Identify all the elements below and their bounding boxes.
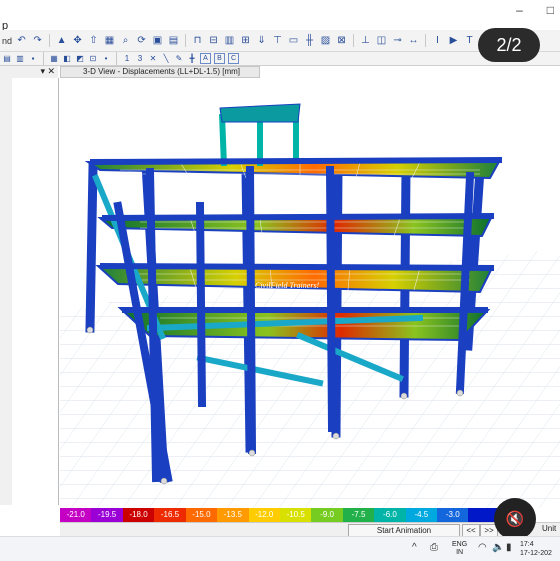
legend-segment: -6.0: [374, 508, 406, 522]
shell-icon[interactable]: ◫: [375, 34, 388, 47]
assign-icon[interactable]: ▣: [151, 34, 164, 47]
point-icon[interactable]: •: [101, 54, 111, 64]
minimize-button[interactable]: –: [516, 3, 523, 17]
animation-bar: Start Animation << >>: [60, 522, 560, 537]
new-icon[interactable]: ▤: [2, 54, 12, 64]
3d-view-icon[interactable]: ◩: [75, 54, 85, 64]
toolbar-box-a[interactable]: A: [200, 53, 211, 64]
chevron-down-icon[interactable]: ▾ ✕: [40, 66, 55, 77]
diag-icon[interactable]: ╲: [161, 54, 171, 64]
secondary-toolbar: ▤ ▥ ▪ ▦ ◧ ◩ ⊡ • 1 3 ✕ ╲ ✎ ╋ A B C: [0, 52, 560, 66]
chevron-up-icon[interactable]: ^: [412, 542, 417, 553]
tab-3d-view[interactable]: 3-D View - Displacements (LL+DL-1.5) [mm…: [60, 66, 260, 78]
structure-3d-render: CivilField Trainers!: [60, 103, 560, 508]
battery-icon[interactable]: ▮: [506, 542, 512, 553]
move-up-icon[interactable]: ⇧: [87, 34, 100, 47]
legend-segment: -7.5: [342, 508, 375, 522]
mute-button[interactable]: 🔇: [494, 498, 536, 540]
open-icon[interactable]: ▥: [15, 54, 25, 64]
area-icon[interactable]: ▨: [319, 34, 332, 47]
page-counter: 2/2: [478, 28, 540, 62]
text-tool-icon[interactable]: I: [431, 34, 444, 47]
main-toolbar: nd ↶ ↷ ▲ ✥ ⇧ ▦ ⌕ ⟳ ▣ ▤ ⊓ ⊟ ▥ ⊞ ⇓ ⊤ ▭ ╫ ▨…: [0, 30, 560, 52]
run-icon[interactable]: ▶: [447, 34, 460, 47]
display-icon[interactable]: ▤: [167, 34, 180, 47]
up-arrow-icon[interactable]: ▲: [55, 34, 68, 47]
rotate-icon[interactable]: ⟳: [135, 34, 148, 47]
legend-segment: -16.5: [154, 508, 186, 522]
printer-icon[interactable]: ⎙: [430, 542, 438, 553]
slab-icon[interactable]: ▭: [287, 34, 300, 47]
units-label[interactable]: Unit: [542, 522, 560, 536]
pan-icon[interactable]: ✥: [71, 34, 84, 47]
grid-icon[interactable]: ▦: [103, 34, 116, 47]
elev-view-icon[interactable]: ◧: [62, 54, 72, 64]
toolbar-box-c[interactable]: C: [228, 53, 239, 64]
volume-icon[interactable]: 🔈: [492, 542, 504, 553]
toolbar-box-b[interactable]: B: [214, 53, 225, 64]
maximize-button[interactable]: □: [547, 3, 554, 17]
column-icon[interactable]: ╫: [303, 34, 316, 47]
legend-segment: -4.5: [405, 508, 438, 522]
save-icon[interactable]: ▪: [28, 54, 38, 64]
legend-segment: -19.5: [91, 508, 123, 522]
explorer-content: [12, 78, 59, 505]
link-icon[interactable]: ⊸: [391, 34, 404, 47]
frame-icon[interactable]: ⊓: [191, 34, 204, 47]
dim-icon[interactable]: ↔: [407, 34, 420, 47]
clock[interactable]: 17:4 17-12-202: [520, 540, 552, 558]
language-indicator[interactable]: ENG IN: [452, 541, 467, 557]
tower-icon[interactable]: T: [463, 34, 476, 47]
toolbar-number-3[interactable]: 3: [135, 54, 145, 64]
opening-icon[interactable]: ⊞: [239, 34, 252, 47]
legend-segment: -18.0: [122, 508, 155, 522]
legend-segment: -3.0: [437, 508, 469, 522]
title-bar: p – □: [0, 0, 560, 32]
speaker-muted-icon: 🔇: [505, 511, 525, 528]
displacement-legend: -21.0 -19.5 -18.0 -16.5 -15.0 -13.5 -12.…: [60, 508, 500, 522]
joint-icon[interactable]: ✕: [148, 54, 158, 64]
legend-segment: -15.0: [185, 508, 218, 522]
legend-segment: -12.0: [248, 508, 280, 522]
legend-segment: -9.0: [311, 508, 343, 522]
brace-icon[interactable]: ⊟: [207, 34, 220, 47]
legend-segment: -21.0: [60, 508, 92, 522]
legend-segment: -10.5: [279, 508, 312, 522]
zoom-icon[interactable]: ⌕: [119, 34, 132, 47]
wifi-icon[interactable]: ◠: [478, 542, 487, 553]
watermark-text: CivilField Trainers!: [255, 281, 320, 290]
plan-view-icon[interactable]: ▦: [49, 54, 59, 64]
beam-icon[interactable]: ⊤: [271, 34, 284, 47]
toolbar-number-1[interactable]: 1: [122, 54, 132, 64]
section-icon[interactable]: ⊥: [359, 34, 372, 47]
legend-segment: -13.5: [217, 508, 249, 522]
toolbar-left-text: nd: [2, 35, 13, 46]
pencil-icon[interactable]: ✎: [174, 54, 184, 64]
mesh-icon[interactable]: ⊠: [335, 34, 348, 47]
wall-icon[interactable]: ▥: [223, 34, 236, 47]
snap-icon[interactable]: ⊡: [88, 54, 98, 64]
member-icon[interactable]: ╋: [187, 54, 197, 64]
model-viewport[interactable]: CivilField Trainers!: [60, 78, 560, 508]
redo-icon[interactable]: ↷: [31, 34, 44, 47]
undo-icon[interactable]: ↶: [15, 34, 28, 47]
load-icon[interactable]: ⇓: [255, 34, 268, 47]
taskbar: ^ ⎙ ENG IN ◠ 🔈 ▮ 17:4 17-12-202: [0, 536, 560, 561]
